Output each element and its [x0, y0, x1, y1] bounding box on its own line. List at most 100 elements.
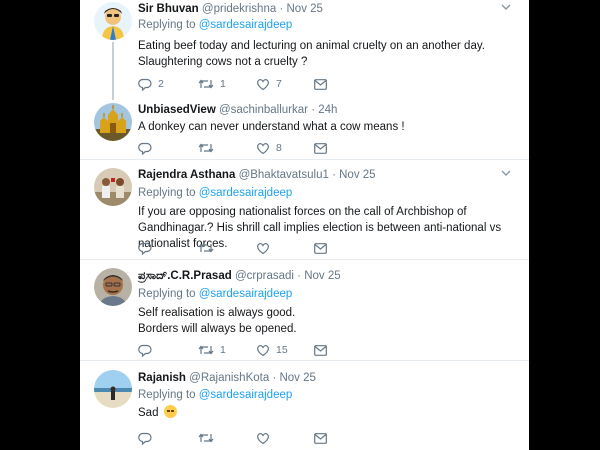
- like-count: 7: [276, 78, 282, 90]
- tweet-header: UnbiasedView @sachinballurkar · 24h: [138, 103, 337, 117]
- retweet-button[interactable]: [198, 240, 220, 256]
- replying-to-label: Replying to: [138, 187, 196, 199]
- like-button[interactable]: 8: [256, 140, 282, 156]
- retweet-button[interactable]: [198, 430, 220, 446]
- heart-icon: [257, 78, 269, 90]
- retweet-icon: [198, 345, 214, 355]
- envelope-icon: [314, 78, 327, 90]
- timestamp[interactable]: Nov 25: [304, 270, 340, 282]
- tweet-text-line: Borders will always be opened.: [138, 323, 297, 335]
- envelope-icon: [314, 344, 327, 356]
- direct-message-button[interactable]: [314, 342, 327, 358]
- tweet-text-line: Self realisation is always good.: [138, 307, 296, 319]
- like-button[interactable]: 15: [256, 342, 288, 358]
- reply-button[interactable]: [138, 140, 158, 156]
- replying-to: Replying to @sardesairajdeep: [138, 287, 292, 301]
- heart-icon: [257, 344, 269, 356]
- separator-dot: ·: [272, 372, 277, 384]
- replying-to-label: Replying to: [138, 288, 196, 300]
- tweet[interactable]: Rajendra Asthana @Bhaktavatsulu1 · Nov 2…: [80, 160, 529, 260]
- retweet-button[interactable]: [198, 140, 220, 156]
- retweet-button[interactable]: 1: [198, 342, 226, 358]
- tweet-actions: 8: [138, 140, 328, 156]
- replying-to: Replying to @sardesairajdeep: [138, 186, 292, 200]
- tweet-actions: [138, 240, 328, 256]
- retweet-button[interactable]: 1: [198, 76, 226, 92]
- reply-icon: [138, 78, 152, 91]
- tweet-header: Sir Bhuvan @pridekrishna · Nov 25: [138, 2, 323, 16]
- author-handle[interactable]: @sachinballurkar: [219, 104, 308, 116]
- retweet-icon: [198, 79, 214, 89]
- envelope-icon: [314, 242, 327, 254]
- like-button[interactable]: 7: [256, 76, 282, 92]
- tweet[interactable]: Sir Bhuvan @pridekrishna · Nov 25 Replyi…: [80, 0, 529, 100]
- reply-button[interactable]: [138, 342, 158, 358]
- avatar[interactable]: [94, 168, 132, 206]
- tweet[interactable]: Rajanish @RajanishKota · Nov 25 Replying…: [80, 361, 529, 450]
- like-button[interactable]: [256, 240, 276, 256]
- heart-icon: [257, 142, 269, 154]
- author-handle[interactable]: @Bhaktavatsulu1: [239, 169, 329, 181]
- author-handle[interactable]: @pridekrishna: [202, 3, 276, 15]
- reply-button[interactable]: 2: [138, 76, 164, 92]
- mention-link[interactable]: @sardesairajdeep: [199, 19, 293, 31]
- separator-dot: ·: [279, 3, 284, 15]
- replying-to-label: Replying to: [138, 19, 196, 31]
- tweet-actions: 2 1 7: [138, 76, 328, 92]
- avatar[interactable]: [94, 2, 132, 40]
- reply-timeline: Sir Bhuvan @pridekrishna · Nov 25 Replyi…: [80, 0, 529, 450]
- avatar[interactable]: [94, 268, 132, 306]
- envelope-icon: [314, 142, 327, 154]
- timestamp[interactable]: 24h: [318, 104, 337, 116]
- retweet-icon: [198, 433, 214, 443]
- direct-message-button[interactable]: [314, 430, 327, 446]
- avatar[interactable]: [94, 103, 132, 141]
- tweet[interactable]: UnbiasedView @sachinballurkar · 24h A do…: [80, 97, 529, 160]
- timestamp[interactable]: Nov 25: [339, 169, 375, 181]
- retweet-count: 1: [220, 78, 226, 90]
- author-name[interactable]: Rajanish: [138, 372, 186, 384]
- tweet-header: Rajanish @RajanishKota · Nov 25: [138, 371, 316, 385]
- separator-dot: ·: [297, 270, 301, 282]
- reply-icon: [138, 432, 152, 445]
- direct-message-button[interactable]: [314, 140, 327, 156]
- thread-connector-line: [112, 42, 114, 100]
- tweet-header: ಪ್ರಸಾದ್.C.R.Prasad @crprasadi · Nov 25: [138, 269, 341, 283]
- reply-icon: [138, 344, 152, 357]
- tweet-header: Rajendra Asthana @Bhaktavatsulu1 · Nov 2…: [138, 168, 376, 182]
- tweet-text: Self realisation is always good. Borders…: [138, 305, 508, 337]
- like-button[interactable]: [256, 430, 276, 446]
- author-name[interactable]: ಪ್ರಸಾದ್.C.R.Prasad: [138, 270, 232, 282]
- chevron-down-icon[interactable]: [501, 168, 511, 183]
- tweet-text-content: Sad: [138, 407, 159, 419]
- direct-message-button[interactable]: [314, 240, 327, 256]
- author-handle[interactable]: @crprasadi: [235, 270, 294, 282]
- mention-link[interactable]: @sardesairajdeep: [199, 389, 293, 401]
- mention-link[interactable]: @sardesairajdeep: [199, 187, 293, 199]
- left-black-border: [0, 0, 80, 450]
- tweet-text: Sad: [138, 405, 508, 421]
- avatar[interactable]: [94, 370, 132, 408]
- timestamp[interactable]: Nov 25: [279, 372, 315, 384]
- separator-dot: ·: [332, 169, 336, 181]
- retweet-count: 1: [220, 344, 226, 356]
- heart-icon: [257, 242, 269, 254]
- reply-icon: [138, 142, 152, 155]
- replying-to-label: Replying to: [138, 389, 196, 401]
- timestamp[interactable]: Nov 25: [287, 3, 323, 15]
- retweet-icon: [198, 143, 214, 153]
- direct-message-button[interactable]: [314, 76, 327, 92]
- chevron-down-icon[interactable]: [501, 2, 511, 17]
- mention-link[interactable]: @sardesairajdeep: [199, 288, 293, 300]
- right-black-border: [529, 0, 600, 450]
- author-name[interactable]: UnbiasedView: [138, 104, 216, 116]
- author-name[interactable]: Sir Bhuvan: [138, 3, 199, 15]
- replying-to: Replying to @sardesairajdeep: [138, 388, 292, 402]
- tweet[interactable]: ಪ್ರಸಾದ್.C.R.Prasad @crprasadi · Nov 25 R…: [80, 260, 529, 361]
- reply-button[interactable]: [138, 430, 158, 446]
- author-handle[interactable]: @RajanishKota: [189, 372, 269, 384]
- author-name[interactable]: Rajendra Asthana: [138, 169, 235, 181]
- reply-button[interactable]: [138, 240, 158, 256]
- tweet-text: A donkey can never understand what a cow…: [138, 121, 405, 133]
- heart-icon: [257, 432, 269, 444]
